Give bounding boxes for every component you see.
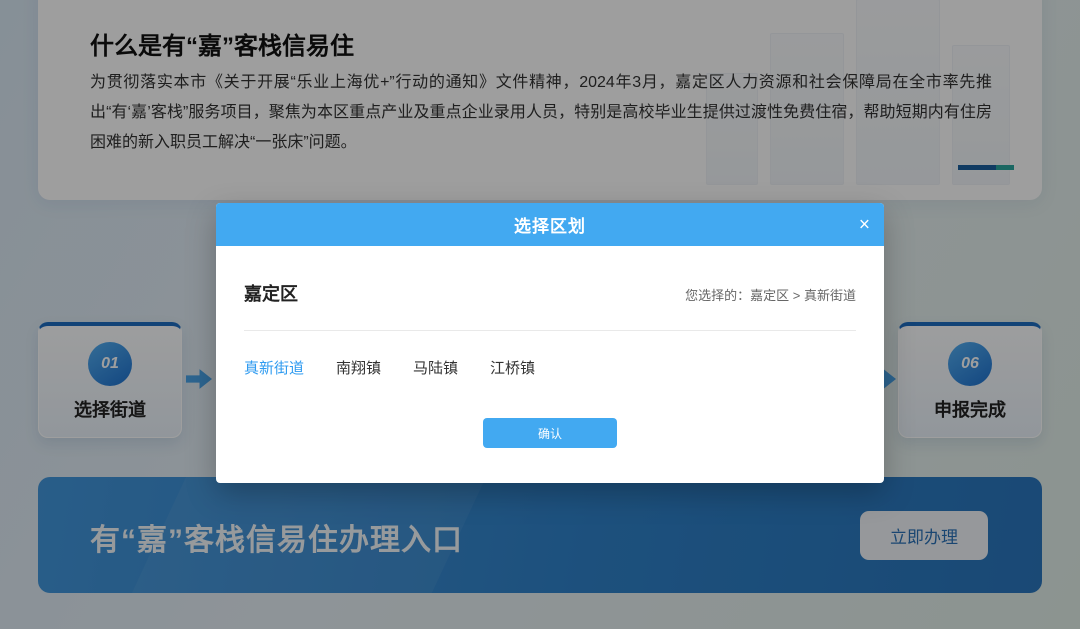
district-name: 嘉定区 [244,280,298,306]
divider [244,330,856,331]
option-zhenxin-street[interactable]: 真新街道 [244,357,304,378]
confirm-button[interactable]: 确认 [483,418,617,448]
district-select-modal: 选择区划 × 嘉定区 您选择的：嘉定区 > 真新街道 真新街道 南翔镇 马陆镇 … [216,203,884,483]
modal-header: 选择区划 × [216,203,884,246]
option-malu-town[interactable]: 马陆镇 [413,357,458,378]
close-icon[interactable]: × [859,215,870,234]
option-jiangqiao-town[interactable]: 江桥镇 [490,357,535,378]
page: 什么是有“嘉”客栈信易住 为贯彻落实本市《关于开展“乐业上海优+”行动的通知》文… [0,0,1080,629]
modal-body: 嘉定区 您选择的：嘉定区 > 真新街道 真新街道 南翔镇 马陆镇 江桥镇 确认 [216,280,884,448]
street-options: 真新街道 南翔镇 马陆镇 江桥镇 [244,357,856,378]
option-nanxiang-town[interactable]: 南翔镇 [336,357,381,378]
selection-path: 您选择的：嘉定区 > 真新街道 [685,285,856,304]
modal-title: 选择区划 [514,212,586,237]
